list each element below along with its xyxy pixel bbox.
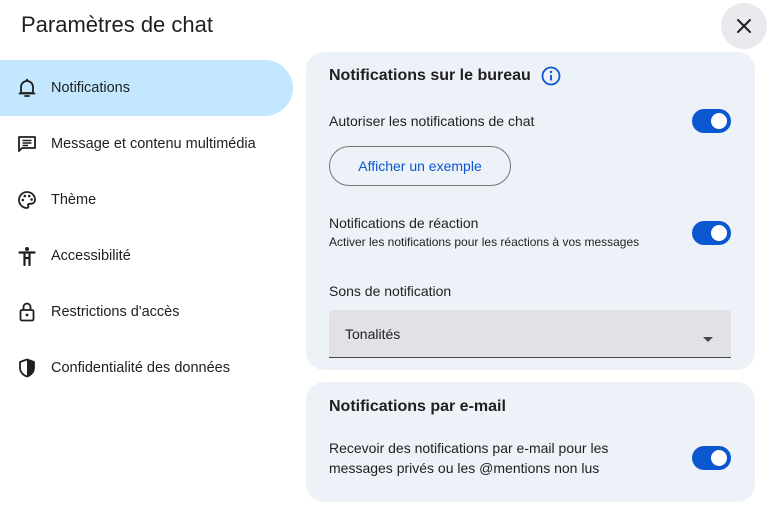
notification-sounds-value: Tonalités xyxy=(345,325,401,342)
nav-item-label: Accessibilité xyxy=(51,248,131,264)
message-list-icon xyxy=(17,134,37,154)
close-button[interactable] xyxy=(721,3,767,49)
allow-notifications-toggle[interactable] xyxy=(692,109,731,133)
toggle-knob xyxy=(711,225,727,241)
toggle-knob xyxy=(711,450,727,466)
email-notifications-label-line2: messages privés ou les @mentions non lus xyxy=(329,460,600,476)
allow-notifications-label: Autoriser les notifications de chat xyxy=(329,113,535,129)
section-title-text: Notifications sur le bureau xyxy=(329,67,531,84)
lock-icon xyxy=(17,302,37,322)
nav-item-label: Message et contenu multimédia xyxy=(51,136,256,152)
shield-icon xyxy=(17,358,37,378)
reaction-notifications-label: Notifications de réaction xyxy=(329,215,479,231)
email-notifications-toggle[interactable] xyxy=(692,446,731,470)
show-example-button[interactable]: Afficher un exemple xyxy=(329,146,511,186)
nav-item-accessibility[interactable]: Accessibilité xyxy=(0,228,293,284)
close-icon xyxy=(737,19,751,33)
info-icon[interactable] xyxy=(541,66,561,86)
section-title-text: Notifications par e-mail xyxy=(329,398,506,415)
email-notifications-label-line1: Recevoir des notifications par e-mail po… xyxy=(329,440,609,456)
nav-item-label: Confidentialité des données xyxy=(51,360,230,376)
dropdown-arrow-icon xyxy=(703,330,713,346)
nav-item-messages[interactable]: Message et contenu multimédia xyxy=(0,116,293,172)
palette-icon xyxy=(17,190,37,210)
section-title: Notifications par e-mail xyxy=(329,398,506,416)
toggle-knob xyxy=(711,113,727,129)
section-title: Notifications sur le bureau xyxy=(329,66,561,86)
reaction-notifications-toggle[interactable] xyxy=(692,221,731,245)
reaction-notifications-description: Activer les notifications pour les réact… xyxy=(329,235,640,249)
bell-icon xyxy=(17,78,37,98)
nav-item-label: Notifications xyxy=(51,80,130,96)
accessibility-icon xyxy=(17,246,37,266)
nav-item-access-restrictions[interactable]: Restrictions d'accès xyxy=(0,284,293,340)
nav-item-label: Restrictions d'accès xyxy=(51,304,180,320)
nav-item-theme[interactable]: Thème xyxy=(0,172,293,228)
notification-sounds-label: Sons de notification xyxy=(329,283,452,299)
dialog-title: Paramètres de chat xyxy=(21,12,213,37)
nav-item-label: Thème xyxy=(51,192,97,208)
nav-item-notifications[interactable]: Notifications xyxy=(0,60,293,116)
desktop-notifications-card: Notifications sur le bureau Autoriser le… xyxy=(306,52,755,370)
email-notifications-card: Notifications par e-mail Recevoir des no… xyxy=(306,382,755,502)
notification-sounds-select[interactable]: Tonalités xyxy=(329,310,731,358)
nav-item-data-privacy[interactable]: Confidentialité des données xyxy=(0,340,293,396)
settings-nav: Notifications Message et contenu multimé… xyxy=(0,60,293,396)
